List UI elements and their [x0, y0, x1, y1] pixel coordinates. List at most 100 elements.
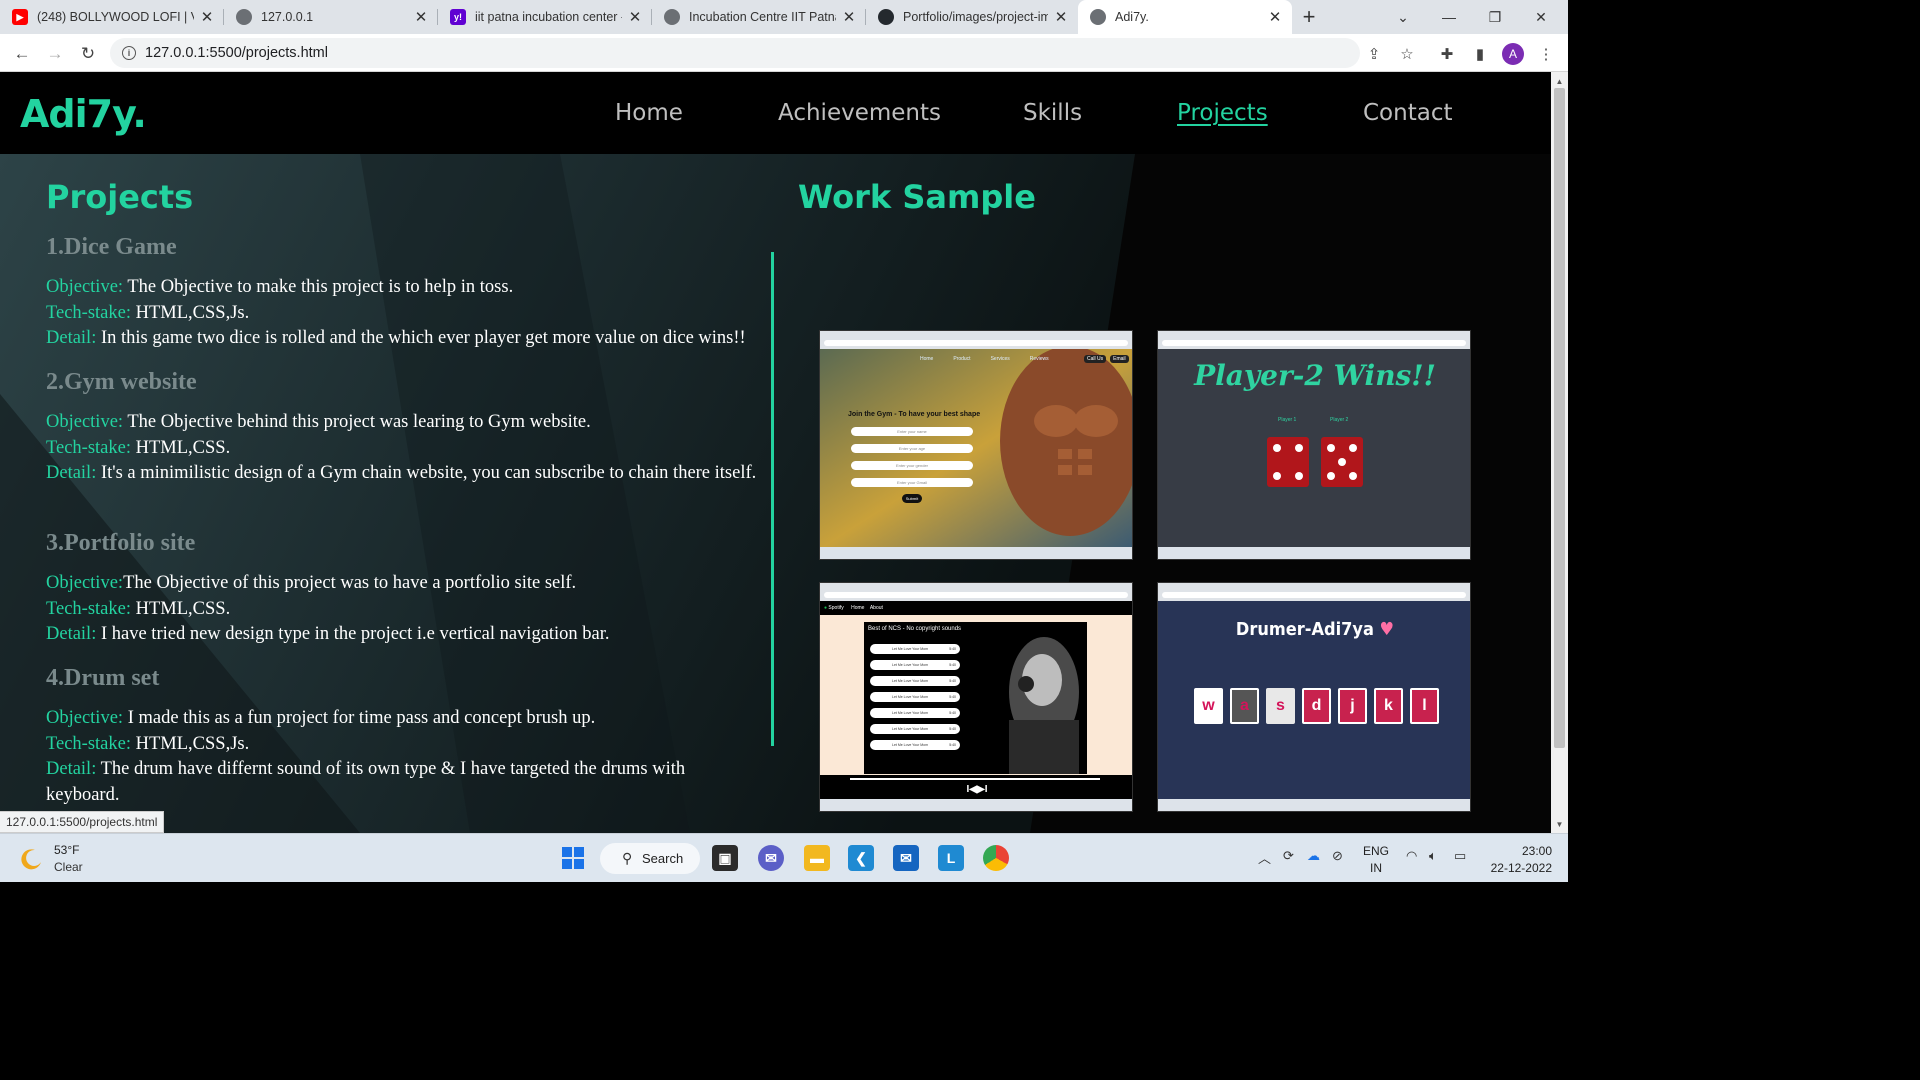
profile-avatar[interactable]: A	[1502, 43, 1524, 65]
sample-taskbar	[1158, 799, 1470, 811]
drum-key[interactable]: l	[1410, 688, 1439, 724]
chat-icon[interactable]: ✉	[758, 845, 784, 871]
close-window-button[interactable]: ✕	[1518, 0, 1564, 34]
nav-link-achievements[interactable]: Achievements	[778, 100, 941, 126]
browser-tab[interactable]: y! iit patna incubation center - ✕	[438, 0, 652, 34]
song-item[interactable]: Let Me Love Your Mom 5:40	[870, 660, 960, 670]
drum-key[interactable]: k	[1374, 688, 1403, 724]
gym-field: Enter your gender	[851, 461, 973, 470]
browser-tab[interactable]: 127.0.0.1 ✕	[224, 0, 438, 34]
globe-icon	[236, 9, 252, 25]
close-tab-icon[interactable]: ✕	[1054, 8, 1068, 26]
song-item[interactable]: Let Me Love Your Mom 5:40	[870, 644, 960, 654]
new-tab-button[interactable]: +	[1292, 0, 1326, 34]
close-tab-icon[interactable]: ✕	[1268, 8, 1282, 26]
nav-link-projects[interactable]: Projects	[1177, 100, 1268, 126]
taskbar-search[interactable]: ⚲ Search	[600, 843, 700, 874]
work-sample-gym-image[interactable]: Home Product Services Reviews Call Us Em…	[819, 330, 1133, 560]
drum-key[interactable]: s	[1266, 688, 1295, 724]
tab-title: iit patna incubation center -	[475, 10, 622, 24]
nav-link-home[interactable]: Home	[615, 100, 683, 126]
music-nav: ● Spotify Home About	[820, 601, 1132, 615]
chrome-icon[interactable]	[983, 845, 1009, 871]
project-item: 2.Gym website Objective: The Objective b…	[46, 369, 766, 487]
scroll-down-arrow-icon[interactable]: ▼	[1551, 817, 1568, 831]
share-icon[interactable]: ⇪	[1362, 42, 1386, 66]
close-tab-icon[interactable]: ✕	[842, 8, 856, 26]
song-item[interactable]: Let Me Love Your Mom 5:40	[870, 708, 960, 718]
song-item[interactable]: Let Me Love Your Mom 5:40	[870, 692, 960, 702]
project-item: 3.Portfolio site Objective:The Objective…	[46, 530, 766, 648]
maximize-button[interactable]: ❐	[1472, 0, 1518, 34]
youtube-icon: ▶	[12, 9, 28, 25]
drum-keys: w a s d j k l	[1194, 688, 1439, 724]
site-logo[interactable]: Adi7y.	[20, 92, 147, 136]
drum-heading: Drumer-Adi7ya ♥	[1235, 619, 1395, 640]
sync-icon[interactable]: ⟳	[1283, 848, 1294, 864]
projects-heading: Projects	[46, 178, 194, 216]
mail-icon[interactable]: ✉	[893, 845, 919, 871]
back-arrow-icon[interactable]: ←	[9, 41, 35, 67]
taskbar-clock[interactable]: 23:00 22-12-2022	[1486, 843, 1552, 877]
app-l-icon[interactable]: L	[938, 845, 964, 871]
work-sample-dice-image[interactable]: Player-2 Wins!! Player 1 Player 2	[1157, 330, 1471, 560]
nav-link-skills[interactable]: Skills	[1023, 100, 1082, 126]
language-indicator[interactable]: ENG IN	[1362, 843, 1390, 877]
tab-title: Incubation Centre IIT Patna	[689, 10, 836, 24]
volume-icon[interactable]: 🔈︎	[1429, 848, 1437, 864]
drum-key[interactable]: j	[1338, 688, 1367, 724]
github-icon	[878, 9, 894, 25]
gym-buttons: Call Us Email	[1084, 355, 1129, 363]
work-sample-music-image[interactable]: ● Spotify Home About Best of NCS - No co…	[819, 582, 1133, 812]
scrollbar-thumb[interactable]	[1554, 88, 1565, 748]
windows-taskbar: 53°F Clear ⚲ Search ▣ ✉ ▬ ❮ ✉ L ︿ ⟳ ☁ ⊘ …	[0, 833, 1568, 882]
tab-search-icon[interactable]: ⌄	[1380, 0, 1426, 34]
scroll-up-arrow-icon[interactable]: ▲	[1551, 74, 1568, 88]
battery-icon[interactable]: ▭	[1454, 848, 1466, 864]
song-item[interactable]: Let Me Love Your Mom 5:40	[870, 724, 960, 734]
close-tab-icon[interactable]: ✕	[200, 8, 214, 26]
file-explorer-icon[interactable]: ▬	[804, 845, 830, 871]
work-sample-drum-image[interactable]: Drumer-Adi7ya ♥ w a s d j k l	[1157, 582, 1471, 812]
gym-field: Enter your Gmail	[851, 478, 973, 487]
drum-key[interactable]: d	[1302, 688, 1331, 724]
url-field[interactable]: i 127.0.0.1:5500/projects.html	[110, 38, 1360, 68]
search-icon: ⚲	[622, 850, 633, 866]
minimize-button[interactable]: —	[1426, 0, 1472, 34]
sample-browser-chrome	[820, 583, 1132, 601]
windows-start-icon[interactable]	[560, 845, 586, 871]
network-status-icon[interactable]: ⊘	[1332, 848, 1343, 864]
bookmark-star-icon[interactable]: ☆	[1395, 42, 1419, 66]
vscode-icon[interactable]: ❮	[848, 845, 874, 871]
drum-key[interactable]: a	[1230, 688, 1259, 724]
wifi-icon[interactable]: ◠	[1406, 848, 1417, 864]
browser-tab[interactable]: ▶ (248) BOLLYWOOD LOFI | V ✕	[0, 0, 224, 34]
sample-browser-chrome	[1158, 583, 1470, 601]
weather-temperature: 53°F	[54, 843, 80, 857]
tray-overflow-icon[interactable]: ︿	[1258, 848, 1271, 867]
project-detail: Detail: I have tried new design type in …	[46, 624, 610, 644]
gym-heading: Join the Gym - To have your best shape	[848, 411, 981, 418]
onedrive-icon[interactable]: ☁	[1307, 848, 1320, 864]
song-item[interactable]: Let Me Love Your Mom 5:40	[870, 740, 960, 750]
project-title: 4.Drum set	[46, 665, 160, 691]
site-info-icon[interactable]: i	[122, 46, 136, 60]
close-tab-icon[interactable]: ✕	[414, 8, 428, 26]
close-tab-icon[interactable]: ✕	[628, 8, 642, 26]
browser-tab[interactable]: Portfolio/images/project-im ✕	[866, 0, 1078, 34]
nav-link-contact[interactable]: Contact	[1363, 100, 1452, 126]
reload-icon[interactable]: ↻	[75, 41, 101, 67]
browser-tab[interactable]: Incubation Centre IIT Patna ✕	[652, 0, 866, 34]
page-scrollbar[interactable]: ▲ ▼	[1551, 72, 1568, 833]
moon-weather-icon[interactable]	[20, 847, 44, 871]
drum-key[interactable]: w	[1194, 688, 1223, 724]
song-item[interactable]: Let Me Love Your Mom 5:40	[870, 676, 960, 686]
menu-kebab-icon[interactable]: ⋮	[1534, 42, 1558, 66]
forward-arrow-icon[interactable]: →	[42, 41, 68, 67]
project-objective: Objective: I made this as a fun project …	[46, 708, 596, 728]
project-item: 1.Dice Game Objective: The Objective to …	[46, 234, 766, 352]
browser-tab-active[interactable]: Adi7y. ✕	[1078, 0, 1292, 34]
task-view-icon[interactable]: ▣	[712, 845, 738, 871]
side-panel-icon[interactable]: ▮	[1468, 42, 1492, 66]
extensions-puzzle-icon[interactable]: ✚	[1435, 42, 1459, 66]
